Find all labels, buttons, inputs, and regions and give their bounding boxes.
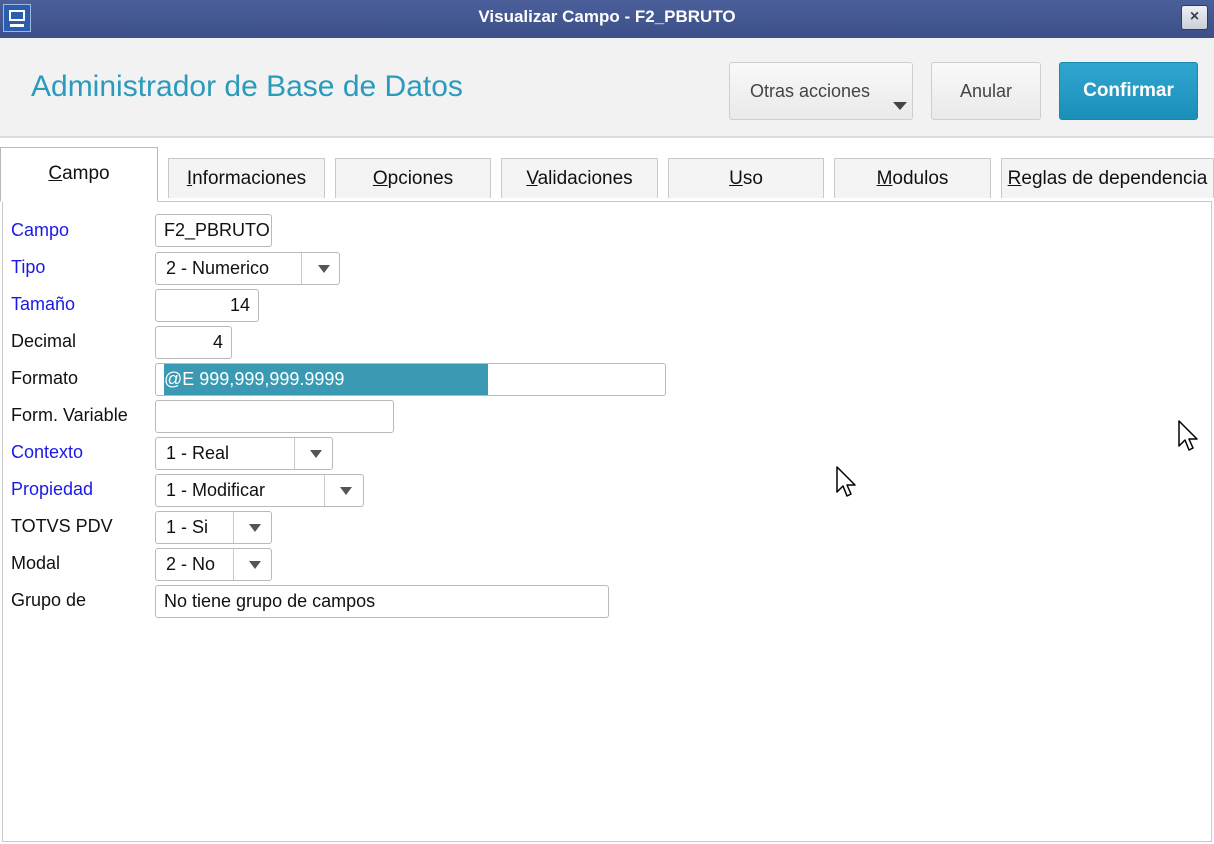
grupo-label: Grupo de [11, 590, 87, 610]
decimal-label: Decimal [11, 331, 77, 351]
tipo-select[interactable]: 2 - Numerico [155, 252, 340, 285]
tab-opciones[interactable]: Opciones [335, 158, 491, 198]
formato-label: Formato [11, 368, 79, 388]
header: Administrador de Base de Datos Otras acc… [0, 38, 1214, 138]
formato-field[interactable]: @E 999,999,999.9999 [155, 363, 666, 396]
tab-campo[interactable]: Campo [0, 147, 158, 202]
tab-modulos[interactable]: Modulos [834, 158, 991, 198]
totvs-pdv-label: TOTVS PDV [11, 516, 113, 536]
mouse-pointer-icon [1178, 420, 1198, 451]
decimal-field[interactable]: 4 [155, 326, 232, 359]
tipo-label: Tipo [11, 257, 46, 277]
dropdown-arrow-icon [249, 561, 261, 569]
campo-label: Campo [11, 220, 70, 240]
contexto-label: Contexto [11, 442, 84, 462]
tab-reglas-de-dependencia[interactable]: Reglas de dependencia [1001, 158, 1214, 198]
otras-acciones-label: Otras acciones [750, 81, 871, 101]
totvs-pdv-select[interactable]: 1 - Si [155, 511, 272, 544]
campo-field[interactable]: F2_PBRUTO [155, 214, 272, 247]
grupo-field[interactable]: No tiene grupo de campos [155, 585, 609, 618]
dropdown-arrow-icon [249, 524, 261, 532]
confirmar-button[interactable]: Confirmar [1059, 62, 1198, 120]
page-title: Administrador de Base de Datos [31, 70, 463, 103]
tab-informaciones[interactable]: Informaciones [168, 158, 325, 198]
tamano-field[interactable]: 14 [155, 289, 259, 322]
otras-acciones-button[interactable]: Otras acciones [729, 62, 913, 120]
modal-select[interactable]: 2 - No [155, 548, 272, 581]
dropdown-arrow-icon [310, 450, 322, 458]
propiedad-label: Propiedad [11, 479, 94, 499]
form-variable-field[interactable] [155, 400, 394, 433]
tab-validaciones[interactable]: Validaciones [501, 158, 658, 198]
contexto-select[interactable]: 1 - Real [155, 437, 333, 470]
dropdown-arrow-icon [340, 487, 352, 495]
mouse-pointer-icon [836, 466, 856, 497]
dropdown-arrow-icon [318, 265, 330, 273]
anular-button[interactable]: Anular [931, 62, 1041, 120]
caret-down-icon [893, 102, 907, 110]
tamano-label: Tamaño [11, 294, 76, 314]
modal-label: Modal [11, 553, 61, 573]
window-title: Visualizar Campo - F2_PBRUTO [478, 7, 736, 26]
propiedad-select[interactable]: 1 - Modificar [155, 474, 364, 507]
tab-uso[interactable]: Uso [668, 158, 824, 198]
close-button[interactable]: × [1181, 5, 1208, 30]
formato-selected-text: @E 999,999,999.9999 [164, 364, 488, 395]
form-variable-label: Form. Variable [11, 405, 128, 425]
title-bar: Visualizar Campo - F2_PBRUTO × [0, 0, 1214, 38]
